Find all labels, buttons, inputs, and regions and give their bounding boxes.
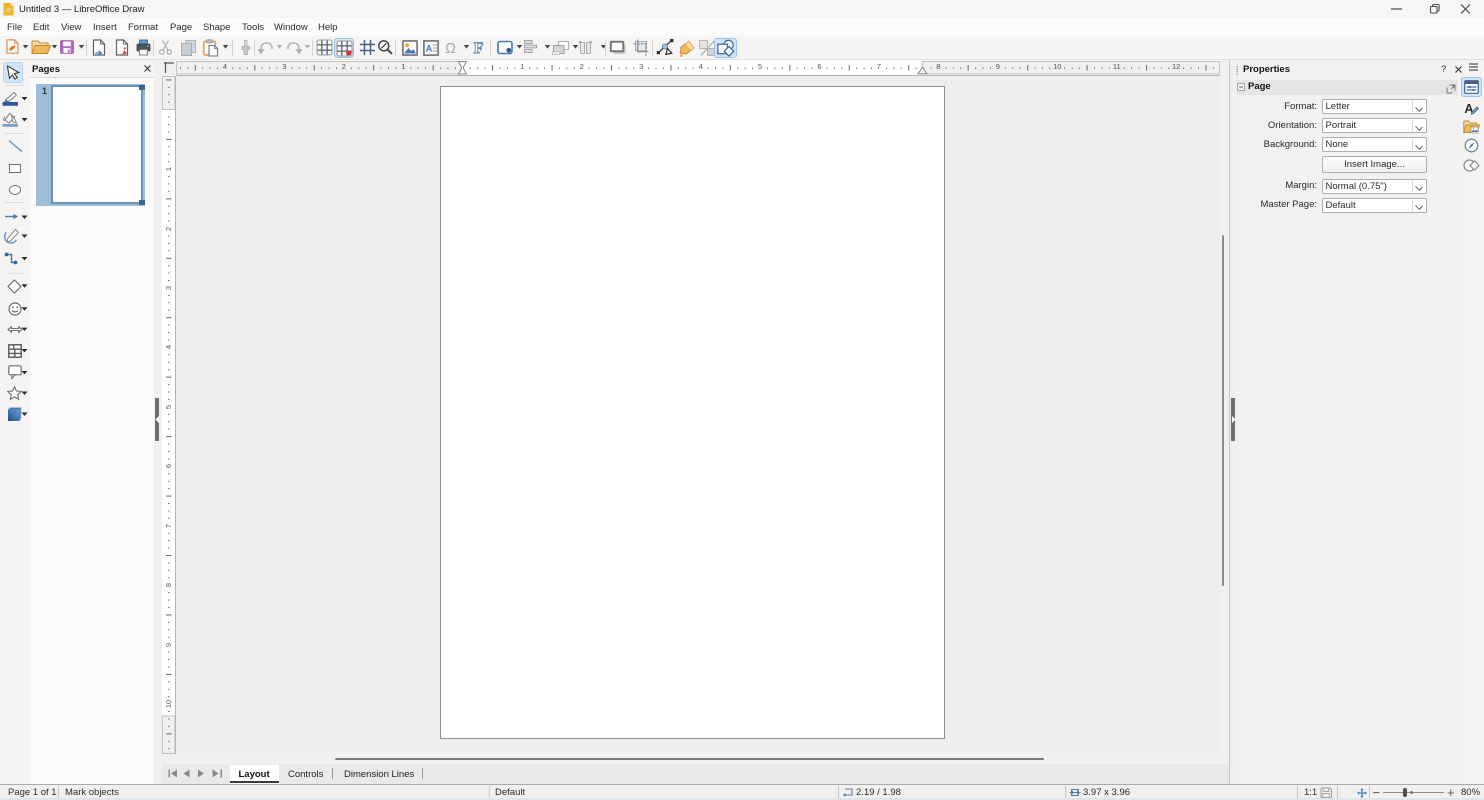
- svg-text:Ω: Ω: [445, 41, 456, 56]
- svg-text:A: A: [426, 44, 433, 55]
- svg-text:F: F: [473, 40, 483, 56]
